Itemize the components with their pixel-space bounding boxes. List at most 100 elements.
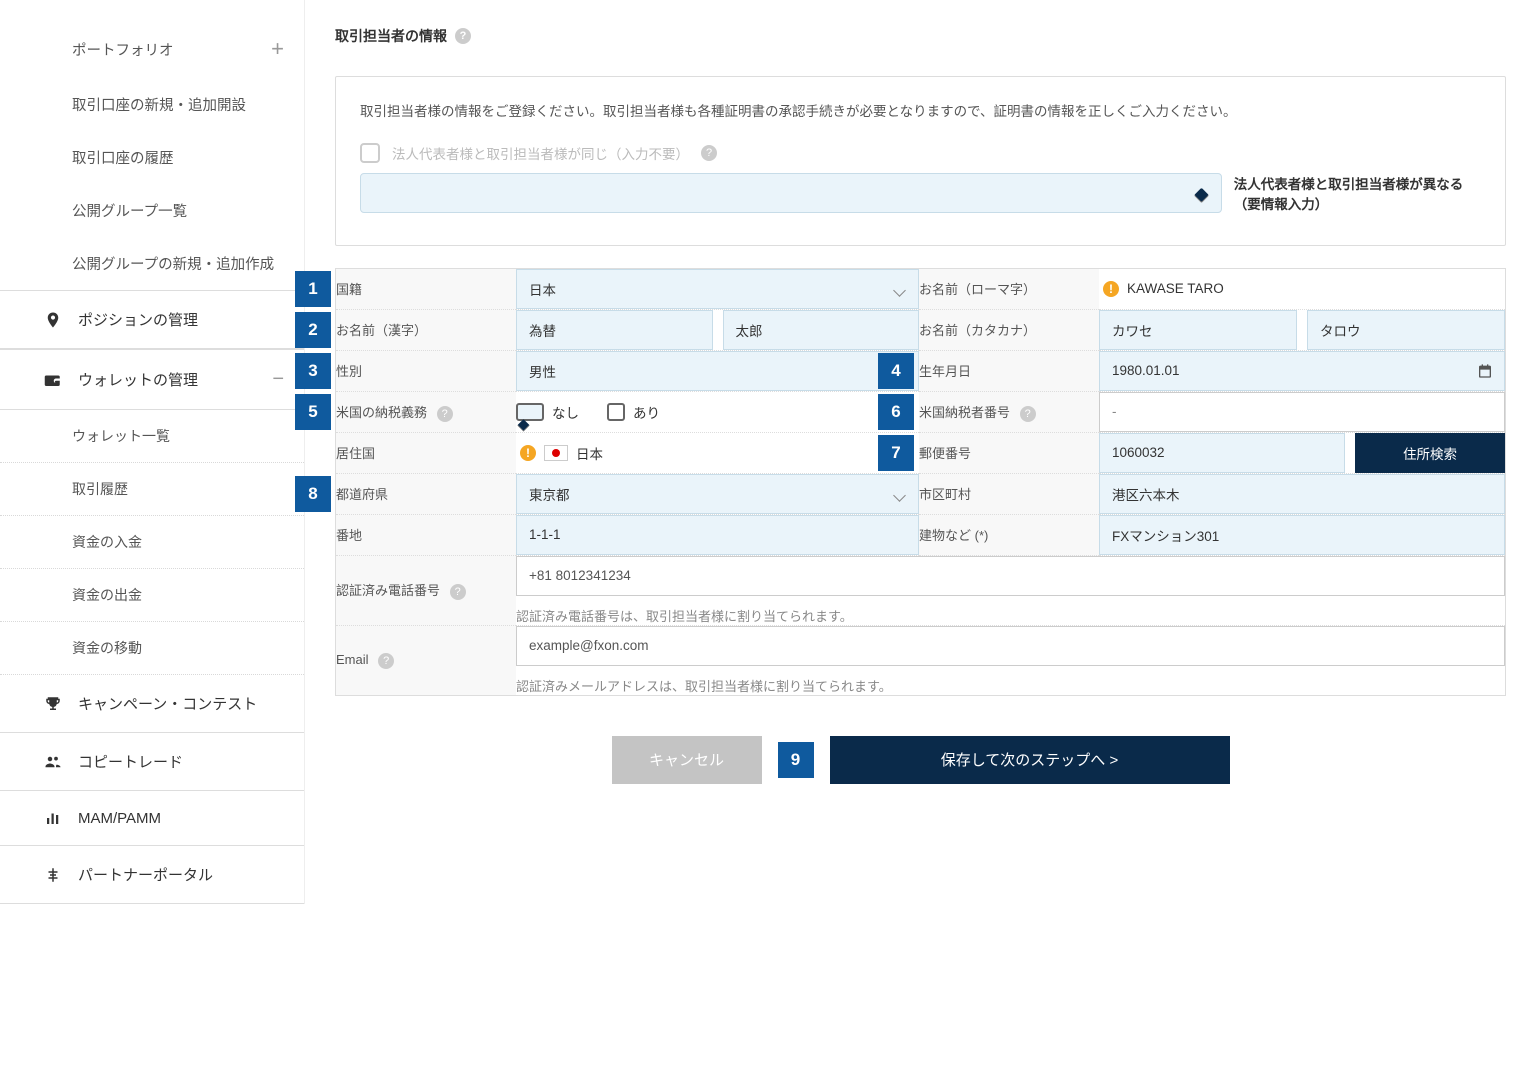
sidebar-item-label: 取引口座の新規・追加開設 [72,94,246,115]
warn-icon: ! [520,445,536,461]
sidebar-public-groups[interactable]: 公開グループ一覧 [0,184,304,237]
name-roma-value: !KAWASE TARO [1099,281,1505,297]
sidebar-group-label: コピートレード [78,751,183,772]
name-kana-mei-input[interactable] [1307,310,1505,350]
label-email: Email ? [336,626,516,695]
jp-flag-icon [544,445,568,461]
label-name-kana: お名前（カタカナ） [919,310,1099,351]
label-name-roma: お名前（ローマ字） [919,269,1099,310]
step-badge-6: 6 [878,394,914,430]
sidebar-item-label: 取引履歴 [72,479,128,499]
collapse-icon: − [272,368,284,391]
us-tax-none-radio[interactable]: なし [516,402,579,422]
people-icon [42,753,64,771]
step-badge-3: 3 [295,353,331,389]
sidebar-item-label: 資金の移動 [72,638,142,658]
us-tax-yes-radio[interactable]: あり [607,402,660,422]
building-input[interactable] [1099,515,1505,555]
dob-input[interactable] [1099,351,1505,391]
help-icon[interactable]: ? [1020,406,1036,422]
sidebar-wallet-group[interactable]: ウォレットの管理 − [0,349,304,410]
calendar-icon[interactable] [1477,363,1493,379]
sidebar-item-label: 公開グループの新規・追加作成 [72,253,274,274]
zip-search-button[interactable]: 住所検索 [1355,433,1505,473]
label-prefecture: 8 都道府県 [336,474,516,515]
phone-readonly: +81 8012341234 [516,556,1505,596]
gender-input[interactable] [516,351,919,391]
wallet-icon [42,371,64,389]
warn-icon: ! [1103,281,1119,297]
sidebar-deposit[interactable]: 資金の入金 [0,516,304,569]
sidebar-item-label: 資金の出金 [72,585,142,605]
radio-unchecked-icon [607,403,625,421]
nationality-select[interactable]: 日本 [516,269,919,309]
sidebar: ポートフォリオ + 取引口座の新規・追加開設 取引口座の履歴 公開グループ一覧 … [0,0,305,904]
help-icon[interactable]: ? [378,653,394,669]
sidebar-campaign-group[interactable]: キャンペーン・コンテスト [0,675,304,733]
label-nationality: 1 国籍 [336,269,516,310]
label-city: 市区町村 [919,474,1099,515]
step-badge-2: 2 [295,312,331,348]
label-name-kanji: 2 お名前（漢字） [336,310,516,351]
sidebar-account-history[interactable]: 取引口座の履歴 [0,131,304,184]
help-icon[interactable]: ? [437,406,453,422]
barchart-icon [42,809,64,827]
zip-input[interactable] [1099,433,1345,473]
name-kana-sei-input[interactable] [1099,310,1297,350]
sidebar-item-label: 取引口座の履歴 [72,147,174,168]
label-phone: 認証済み電話番号 ? [336,556,516,626]
city-input[interactable] [1099,474,1505,514]
radio-checked-icon [516,403,544,421]
step-badge-1: 1 [295,271,331,307]
step-badge-5: 5 [295,394,331,430]
radio-label: 法人代表者様と取引担当者様が同じ（入力不要） [392,143,689,163]
name-kanji-sei-input[interactable] [516,310,713,350]
label-country: 居住国 [336,433,516,474]
step-badge-7: 7 [878,435,914,471]
street-input[interactable] [516,515,919,555]
label-gender: 3 性別 [336,351,516,392]
email-readonly: example@fxon.com [516,626,1505,666]
help-icon: ? [701,145,717,161]
sidebar-group-label: ウォレットの管理 [78,369,198,390]
step-badge-9: 9 [778,742,814,778]
sidebar-item-label: ポートフォリオ [72,39,174,60]
sidebar-copytrade-group[interactable]: コピートレード [0,733,304,791]
sidebar-new-group[interactable]: 公開グループの新規・追加作成 [0,237,304,290]
label-us-tax-no: 6 米国納税者番号 ? [919,392,1099,433]
cancel-button[interactable]: キャンセル [612,736,762,784]
radio-label: 法人代表者様と取引担当者様が異なる（要情報入力） [1234,173,1481,213]
button-row: キャンセル 9 保存して次のステップへ > [335,736,1506,784]
step-badge-4: 4 [878,353,914,389]
email-note: 認証済みメールアドレスは、取引担当者様に割り当てられます。 [516,676,1505,695]
sidebar-mam-group[interactable]: MAM/PAMM [0,791,304,846]
trophy-icon [42,695,64,713]
sidebar-transfer[interactable]: 資金の移動 [0,622,304,675]
save-next-button[interactable]: 保存して次のステップへ > [830,736,1230,784]
sidebar-item-label: ウォレット一覧 [72,426,170,446]
main-content: 取引担当者の情報 ? 取引担当者様の情報をご登録ください。取引担当者様も各種証明… [305,0,1536,904]
sidebar-position-group[interactable]: ポジションの管理 [0,290,304,349]
sidebar-portfolio[interactable]: ポートフォリオ + [0,20,304,78]
info-text: 取引担当者様の情報をご登録ください。取引担当者様も各種証明書の承認手続きが必要と… [360,99,1481,125]
info-box: 取引担当者様の情報をご登録ください。取引担当者様も各種証明書の承認手続きが必要と… [335,76,1506,246]
form-table: 1 国籍 日本 お名前（ローマ字） !KAWASE TARO 2 お名前（漢字）… [335,268,1506,696]
us-tax-no-input[interactable] [1099,392,1505,432]
radio-unchecked-icon [360,143,380,163]
sidebar-wallet-list[interactable]: ウォレット一覧 [0,410,304,463]
help-icon[interactable]: ? [450,584,466,600]
sidebar-wallet-history[interactable]: 取引履歴 [0,463,304,516]
prefecture-select[interactable]: 東京都 [516,474,919,514]
label-zip: 7 郵便番号 [919,433,1099,474]
plus-icon: + [271,36,284,62]
name-kanji-mei-input[interactable] [723,310,920,350]
label-building: 建物など (*) [919,515,1099,556]
sidebar-new-account[interactable]: 取引口座の新規・追加開設 [0,78,304,131]
sidebar-withdraw[interactable]: 資金の出金 [0,569,304,622]
pin-icon [42,311,64,329]
label-us-tax: 5 米国の納税義務 ? [336,392,516,433]
radio-diff-person[interactable]: 法人代表者様と取引担当者様が異なる（要情報入力） [360,173,1481,213]
sidebar-partner-group[interactable]: パートナーポータル [0,846,304,904]
sidebar-item-label: 公開グループ一覧 [72,200,187,221]
help-icon[interactable]: ? [455,28,471,44]
